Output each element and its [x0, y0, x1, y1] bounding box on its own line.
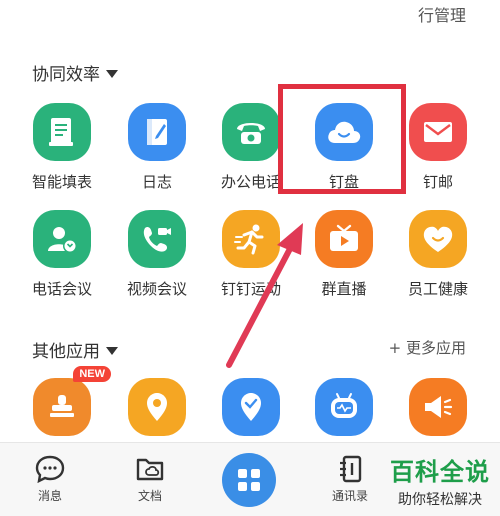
section-header-collaboration[interactable]: 协同效率 [32, 60, 118, 85]
app-smart-form[interactable]: 智能填表 [14, 103, 110, 192]
watermark: 百科全说 助你轻松解决 [390, 452, 490, 509]
robot-icon [315, 378, 373, 436]
app-phone-conference[interactable]: 电话会议 [14, 210, 110, 299]
app-label: 办公电话 [220, 173, 281, 191]
mail-icon [409, 103, 467, 161]
highlight-box [278, 84, 406, 194]
location-check-icon [222, 378, 280, 436]
tab-contacts[interactable]: 通讯录 [310, 455, 390, 504]
new-badge: NEW [73, 366, 111, 382]
app-log[interactable]: 日志 [109, 103, 205, 192]
app-label: 日志 [141, 173, 172, 191]
app-stamp[interactable]: NEW [14, 366, 111, 436]
location-icon [128, 378, 186, 436]
more-apps-link[interactable]: + 更多应用 [389, 337, 466, 358]
grid-icon [238, 469, 260, 491]
section-title: 协同效率 [32, 65, 100, 85]
app-announcement[interactable] [390, 378, 486, 436]
megaphone-icon [409, 378, 467, 436]
tab-docs[interactable]: 文档 [110, 455, 190, 504]
folder-icon [136, 458, 164, 481]
watermark-title: 百科全说 [390, 458, 490, 486]
caret-down-icon [106, 69, 118, 78]
workbench-button[interactable] [222, 453, 276, 507]
tab-label: 通讯录 [331, 489, 368, 503]
caret-down-icon [106, 346, 118, 355]
app-label: 钉邮 [422, 173, 453, 191]
tab-label: 消息 [37, 489, 62, 503]
admin-link[interactable]: 行管理 [418, 2, 466, 26]
app-label: 视频会议 [126, 280, 187, 298]
app-video-conference[interactable]: 视频会议 [109, 210, 205, 299]
tab-messages[interactable]: 消息 [10, 455, 90, 504]
app-check-in[interactable] [203, 378, 299, 436]
form-icon [33, 103, 91, 161]
app-label: 群直播 [321, 280, 367, 298]
watermark-subtitle: 助你轻松解决 [398, 492, 482, 508]
annotation-arrow-icon [226, 223, 303, 368]
conference-call-icon [33, 210, 91, 268]
app-label: 电话会议 [31, 280, 92, 298]
app-employee-health[interactable]: 员工健康 [390, 210, 486, 299]
tab-label: 文档 [137, 489, 162, 503]
phone-icon [222, 103, 280, 161]
app-label: 员工健康 [407, 280, 468, 298]
stamp-icon: NEW [33, 366, 111, 436]
log-icon [128, 103, 186, 161]
heart-icon [409, 210, 467, 268]
app-label: 智能填表 [31, 173, 92, 191]
contacts-book-icon [340, 455, 362, 483]
tv-icon [315, 210, 373, 268]
chat-bubble-icon [35, 455, 65, 483]
section-header-other-apps[interactable]: 其他应用 [32, 337, 118, 362]
video-call-icon [128, 210, 186, 268]
app-robot[interactable] [296, 378, 392, 436]
section-title: 其他应用 [32, 342, 100, 362]
app-location[interactable] [109, 378, 205, 436]
